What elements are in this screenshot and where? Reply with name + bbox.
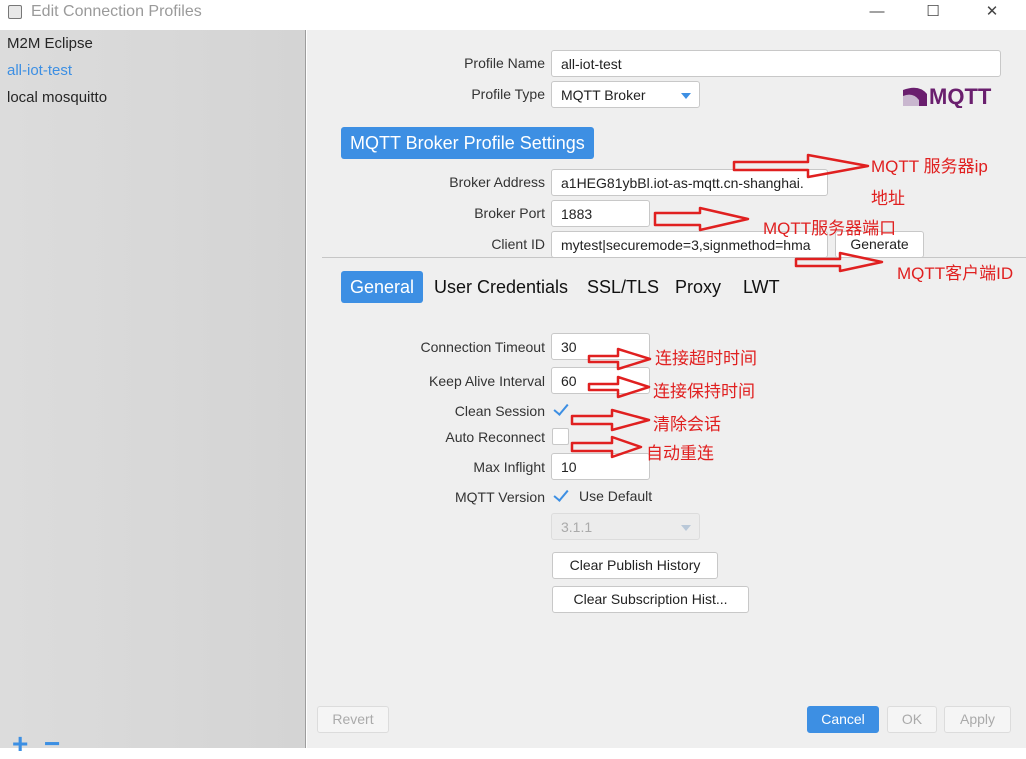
annotation-clean: 清除会话: [653, 415, 721, 434]
arrow-server-ip: [732, 153, 870, 179]
edit-connection-profiles-window: Edit Connection Profiles — ☐ ✕ M2M Eclip…: [0, 0, 1026, 758]
arrow-auto: [570, 435, 643, 459]
annotation-server-ip-line2: 地址: [871, 189, 905, 208]
arrow-client-id: [794, 251, 884, 273]
arrow-clean: [570, 408, 651, 432]
annotation-server-ip: MQTT 服务器ip: [871, 157, 988, 176]
arrow-timeout: [587, 347, 652, 371]
arrow-keepalive: [587, 375, 651, 399]
annotation-timeout: 连接超时时间: [655, 349, 757, 368]
arrow-server-port: [653, 206, 750, 232]
annotation-arrows: [570, 153, 884, 459]
annotation-keepalive: 连接保持时间: [653, 382, 755, 401]
annotation-auto: 自动重连: [646, 444, 714, 463]
annotation-client-id: MQTT客户端ID: [897, 264, 1014, 283]
annotation-server-port: MQTT服务器端口: [763, 219, 897, 238]
